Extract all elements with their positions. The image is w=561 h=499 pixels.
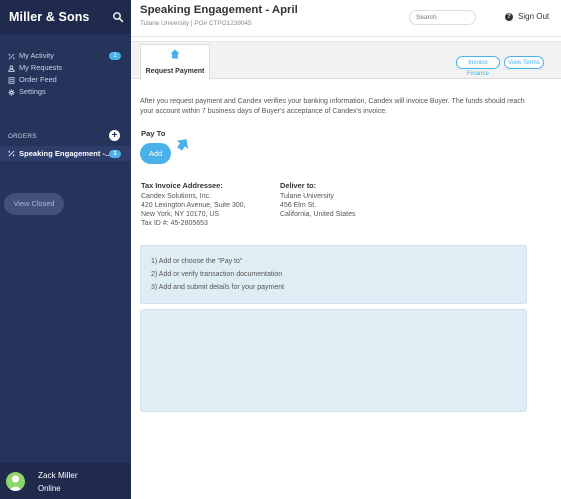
deliver-to-line: California, United States xyxy=(280,211,356,218)
deliver-to-line: Tulane University xyxy=(280,193,334,200)
header: Speaking Engagement - April Tulane Unive… xyxy=(131,0,561,34)
activity-icon xyxy=(8,53,15,59)
user-avatar-icon xyxy=(9,475,22,491)
sidebar-item-label: Order Feed xyxy=(19,75,57,84)
user-status: Online xyxy=(38,484,61,493)
user-name: Zack Miller xyxy=(38,471,78,480)
step-item: 3) Add and submit details for your payme… xyxy=(151,284,285,291)
view-closed-button[interactable]: View Closed xyxy=(4,193,64,215)
sidebar-item-my-requests[interactable]: My Requests xyxy=(0,62,131,74)
search-icon[interactable] xyxy=(112,11,124,23)
activity-count-badge: 1 xyxy=(109,52,121,60)
sidebar: Miller & Sons My Activity 1 My Requests … xyxy=(0,0,131,499)
gear-icon xyxy=(8,88,15,96)
sidebar-nav: My Activity 1 My Requests Order Feed Set… xyxy=(0,50,131,98)
sidebar-item-settings[interactable]: Settings xyxy=(0,86,131,98)
tab-bar: Request Payment Invoice Finance View Ter… xyxy=(131,41,561,80)
view-terms-button[interactable]: View Terms xyxy=(504,56,544,69)
pointer-arrow-icon xyxy=(176,139,189,151)
order-item-label: Speaking Engagement -... xyxy=(19,149,112,158)
order-item-speaking-engagement[interactable]: Speaking Engagement -... 1 xyxy=(0,146,131,161)
pay-to-label: Pay To xyxy=(141,129,166,138)
sidebar-item-label: My Activity xyxy=(19,51,54,60)
step-item: 1) Add or choose the "Pay to" xyxy=(151,258,243,265)
search-input[interactable] xyxy=(409,10,476,25)
add-order-button[interactable]: + xyxy=(109,130,120,141)
user-icon xyxy=(8,64,15,72)
deliver-to-line: 456 Elm St. xyxy=(280,202,317,209)
invoice-finance-button[interactable]: Invoice Finance xyxy=(456,56,500,77)
intro-text: After you request payment and Candex ver… xyxy=(140,98,525,115)
tax-invoice-line: New York, NY 10170, US xyxy=(141,211,220,218)
page-subtitle: Tulane University | PO# CTPO1239045 xyxy=(140,20,252,27)
sidebar-item-label: My Requests xyxy=(19,63,63,72)
document-icon xyxy=(8,76,15,84)
brand-bar: Miller & Sons xyxy=(0,0,131,34)
activity-icon xyxy=(8,150,15,157)
header-divider xyxy=(131,36,561,37)
tab-request-payment[interactable]: Request Payment xyxy=(140,44,210,80)
user-bar: Zack Miller Online xyxy=(0,463,131,499)
tab-label: Request Payment xyxy=(145,68,205,75)
sidebar-item-my-activity[interactable]: My Activity 1 xyxy=(0,50,131,62)
add-pay-to-button[interactable]: Add xyxy=(140,143,171,164)
sidebar-item-label: Settings xyxy=(19,87,46,96)
tax-invoice-line: Tax ID #: 45-2805653 xyxy=(141,220,208,227)
sidebar-item-order-feed[interactable]: Order Feed xyxy=(0,74,131,86)
avatar[interactable] xyxy=(6,472,25,491)
orders-heading: ORDERS xyxy=(8,133,37,140)
details-panel xyxy=(140,309,527,412)
deliver-to-heading: Deliver to: xyxy=(280,181,317,190)
brand-name: Miller & Sons xyxy=(9,10,90,24)
home-icon xyxy=(170,49,180,59)
steps-panel: 1) Add or choose the "Pay to" 2) Add or … xyxy=(140,245,527,304)
tax-invoice-line: Candex Solutions, Inc. xyxy=(141,193,212,200)
tax-invoice-heading: Tax Invoice Addressee: xyxy=(141,181,223,190)
sign-out-link[interactable]: Sign Out xyxy=(518,12,549,21)
step-item: 2) Add or verify transaction documentati… xyxy=(151,271,283,278)
help-icon[interactable]: ? xyxy=(505,13,513,21)
order-count-badge: 1 xyxy=(109,150,121,158)
page-title: Speaking Engagement - April xyxy=(140,4,298,16)
tax-invoice-line: 420 Lexington Avenue, Suite 300, xyxy=(141,202,246,209)
